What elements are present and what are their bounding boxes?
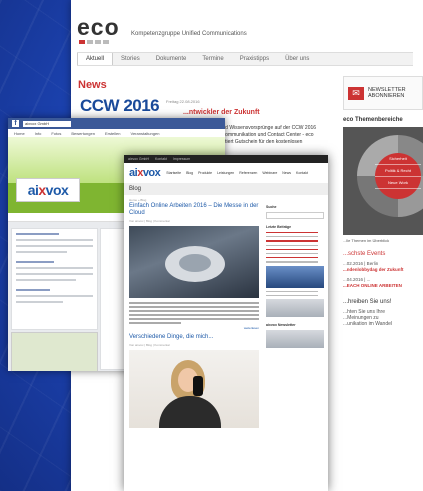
post-title[interactable]: Einfach Online Arbeiten 2016 – Die Messe… bbox=[129, 203, 259, 217]
eco-nav: Aktuell Stories Dokumente Termine Praxis… bbox=[77, 52, 413, 66]
event-title: ...EACH ONLINE ARBEITEN bbox=[343, 283, 402, 288]
contact-text: ...hten Sie uns Ihre ...Meinungen zu ...… bbox=[343, 309, 423, 327]
themes-wheel-center: Sicherheit Politik & Recht Neue Work bbox=[375, 153, 421, 199]
menu-item[interactable]: News bbox=[282, 171, 291, 175]
post-meta: Von aixvox | Blog | Kommentar bbox=[129, 219, 170, 223]
eco-article-line: ...d Wissensvorsprünge auf der CCW 2016 bbox=[221, 125, 317, 131]
eco-sidebar: ✉ NEWSLETTER ABONNIEREN eco Themenbereic… bbox=[343, 76, 423, 327]
read-more-link[interactable]: weiterlesen bbox=[129, 326, 259, 330]
fb-search-input[interactable]: aixvox GmbH bbox=[23, 120, 71, 127]
eco-logo-dots bbox=[79, 40, 109, 44]
eco-news-date: Freitag 22.08.2016 bbox=[166, 99, 200, 104]
fb-tab-bewertungen[interactable]: Bewertungen bbox=[71, 131, 95, 136]
sidebar-newsletter-heading: aixvox Newsletter bbox=[266, 322, 296, 327]
topbar-item[interactable]: aixvox GmbH bbox=[128, 157, 149, 161]
eco-article-line: ...ommunikation und Contact Center - eco bbox=[221, 132, 314, 139]
menu-item[interactable]: Kontakt bbox=[296, 171, 308, 175]
contact-line: ...unikation im Wandel bbox=[343, 321, 393, 327]
blog-logo[interactable]: aixvox bbox=[129, 167, 161, 179]
eco-logo: eco bbox=[77, 14, 120, 40]
contact-heading: ...hreiben Sie uns! bbox=[343, 299, 392, 305]
sidebar-search-heading: Suche bbox=[266, 205, 277, 209]
eco-nav-stories[interactable]: Stories bbox=[113, 53, 148, 65]
fb-tab-veranstaltungen[interactable]: Veranstaltungen bbox=[131, 131, 160, 136]
eco-article-text: ...d Wissensvorsprünge auf der CCW 2016 … bbox=[221, 125, 341, 147]
facebook-logo-icon[interactable]: f bbox=[12, 120, 19, 127]
aixvox-blog-window: aixvox GmbH Kontakt Impressum aixvox Sta… bbox=[124, 155, 328, 491]
themes-wheel-box: Sicherheit Politik & Recht Neue Work bbox=[343, 127, 423, 235]
blog-main-column: Einfach Online Arbeiten 2016 – Die Messe… bbox=[129, 199, 259, 428]
sidebar-newsletter-image[interactable] bbox=[266, 329, 324, 348]
post-excerpt bbox=[129, 302, 259, 324]
mail-icon: ✉ bbox=[348, 86, 364, 100]
fb-tab-info[interactable]: Info bbox=[35, 131, 42, 136]
sidebar-latest-heading: Letzte Beiträge bbox=[266, 225, 292, 229]
blog-sidebar: Suche Letzte Beiträge aixvox Newsletter bbox=[266, 199, 324, 348]
fb-tab-home[interactable]: Home bbox=[14, 131, 25, 136]
event-title: ...ndenlobbydag der Zukunft bbox=[343, 267, 404, 272]
eco-nav-aktuell[interactable]: Aktuell bbox=[77, 53, 114, 65]
themes-wheel[interactable]: Sicherheit Politik & Recht Neue Work bbox=[357, 135, 423, 217]
events-heading: ...schste Events bbox=[343, 251, 386, 257]
fb-tab-erstellen[interactable]: Erstellen bbox=[105, 131, 121, 136]
menu-item[interactable]: Referenzen bbox=[239, 171, 257, 175]
menu-item[interactable]: Startseite bbox=[166, 171, 181, 175]
eco-nav-termine[interactable]: Termine bbox=[194, 53, 231, 65]
fb-map[interactable] bbox=[11, 332, 98, 371]
eco-article-line: ...tiert Gutschein für den kostenlosen bbox=[221, 139, 303, 146]
post-image-woman-phone[interactable] bbox=[129, 349, 259, 428]
eco-tagline: Kompetenzgruppe Unified Communications bbox=[131, 31, 247, 37]
eco-nav-ueber-uns[interactable]: Über uns bbox=[277, 53, 317, 65]
post-image-messe[interactable] bbox=[129, 226, 259, 298]
fb-topbar: f aixvox GmbH bbox=[8, 118, 225, 129]
eco-news-heading: News bbox=[78, 79, 107, 91]
blog-header: aixvox Startseite Blog Produkte Leistung… bbox=[124, 163, 328, 184]
post-title[interactable]: Verschiedene Dinge, die mich... bbox=[129, 334, 259, 341]
sidebar-banner[interactable] bbox=[266, 265, 324, 288]
menu-item[interactable]: Leistungen bbox=[217, 171, 234, 175]
fb-tab-fotos[interactable]: Fotos bbox=[51, 131, 61, 136]
eco-headline[interactable]: ...ntwickler der Zukunft bbox=[183, 109, 260, 116]
newsletter-label: ABONNIEREN bbox=[368, 93, 405, 99]
menu-item[interactable]: Produkte bbox=[198, 171, 212, 175]
eco-nav-praxistipps[interactable]: Praxistipps bbox=[232, 53, 277, 65]
topbar-item[interactable]: Kontakt bbox=[155, 157, 167, 161]
newsletter-box[interactable]: ✉ NEWSLETTER ABONNIEREN bbox=[343, 76, 423, 110]
eco-nav-dokumente[interactable]: Dokumente bbox=[148, 53, 195, 65]
event-item[interactable]: ...02.2016 | Berlin ...ndenlobbydag der … bbox=[343, 261, 423, 273]
post-meta: Von aixvox | Blog | Kommentar bbox=[129, 342, 170, 347]
ccw-logo: CCW 2016 bbox=[80, 96, 160, 115]
menu-item[interactable]: Blog bbox=[186, 171, 193, 175]
wheel-label[interactable]: Politik & Recht bbox=[375, 165, 421, 177]
aixvox-logo: aixvox bbox=[27, 182, 69, 198]
wheel-label[interactable]: Sicherheit bbox=[375, 153, 421, 165]
event-item[interactable]: ...04.2016 | ... ...EACH ONLINE ARBEITEN bbox=[343, 277, 423, 289]
topbar-item[interactable]: Impressum bbox=[173, 157, 190, 161]
fb-tabs: Home Info Fotos Bewertungen Erstellen Ve… bbox=[8, 129, 225, 137]
blog-topbar: aixvox GmbH Kontakt Impressum bbox=[124, 155, 328, 163]
blog-menu: Startseite Blog Produkte Leistungen Refe… bbox=[166, 171, 308, 175]
themes-heading: eco Themenbereiche bbox=[343, 117, 403, 123]
sidebar-banner[interactable] bbox=[266, 298, 324, 317]
sidebar-search-input[interactable] bbox=[266, 212, 324, 219]
wheel-label[interactable]: Neue Work bbox=[375, 177, 421, 189]
menu-item[interactable]: Webinare bbox=[262, 171, 277, 175]
blog-page-title: Blog bbox=[124, 184, 328, 195]
fb-profile-logo[interactable]: aixvox bbox=[16, 178, 80, 202]
themes-overview-link[interactable]: ...lle Themen im Überblick bbox=[343, 238, 423, 243]
fb-post-card bbox=[11, 228, 98, 330]
